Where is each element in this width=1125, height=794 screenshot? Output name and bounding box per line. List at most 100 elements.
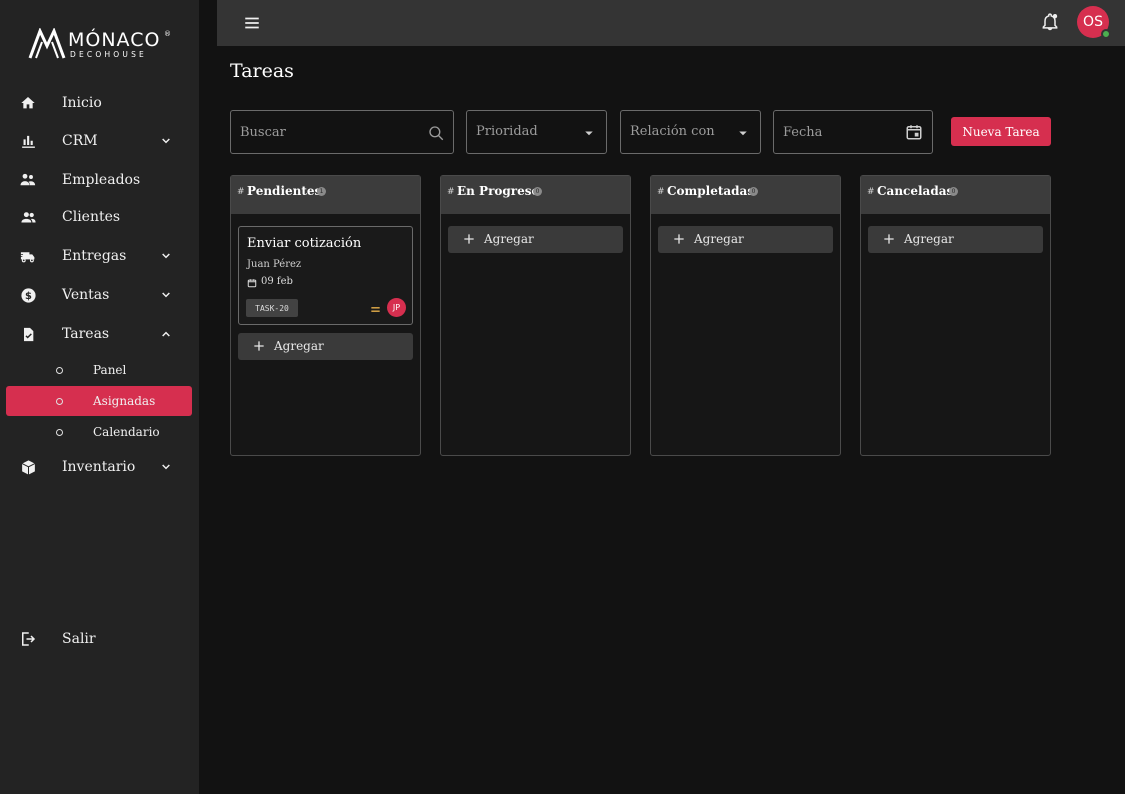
sidebar-subitem-calendario[interactable]: Calendario: [6, 417, 192, 447]
sidebar-item-entregas[interactable]: Entregas: [0, 239, 199, 273]
priority-select-label: Prioridad: [476, 124, 538, 139]
task-due-date: 09 feb: [261, 276, 293, 287]
sidebar-item-inventario[interactable]: Inventario: [0, 450, 199, 484]
brand-registered: ®: [164, 30, 171, 38]
relation-select-label: Relación con: [630, 124, 715, 139]
sidebar-subitem-label: Calendario: [93, 425, 160, 439]
bullet-icon: [56, 366, 63, 374]
page-title: Tareas: [230, 60, 294, 82]
bullet-icon: [56, 397, 63, 405]
sidebar-item-ventas[interactable]: $ Ventas: [0, 278, 199, 312]
column-header[interactable]: # Pendientes 1: [231, 176, 420, 214]
column-title: Pendientes: [247, 184, 322, 198]
drag-handle-icon: #: [867, 187, 875, 197]
assignee-avatar[interactable]: JP: [387, 298, 406, 317]
logout-icon: [19, 630, 37, 648]
brand-logo[interactable]: MÓNACO ® DECOHOUSE: [28, 28, 173, 62]
sidebar-item-tareas[interactable]: Tareas: [0, 317, 199, 351]
calendar-icon[interactable]: [905, 123, 923, 141]
dropdown-arrow-icon: [585, 131, 593, 136]
drag-handle-icon: #: [237, 187, 245, 197]
sidebar-subitem-asignadas[interactable]: Asignadas: [6, 386, 192, 416]
add-task-label: Agregar: [274, 339, 324, 353]
box-icon: [19, 458, 37, 476]
bar-chart-icon: [19, 132, 37, 150]
calendar-icon: [247, 279, 257, 288]
chevron-up-icon: [162, 331, 170, 337]
brand-subtitle: DECOHOUSE: [70, 50, 147, 59]
dropdown-arrow-icon: [739, 131, 747, 136]
add-task-button[interactable]: Agregar: [238, 333, 413, 360]
drag-handle-icon: #: [657, 187, 665, 197]
add-task-button[interactable]: Agregar: [448, 226, 623, 253]
column-header[interactable]: # En Progreso 0: [441, 176, 630, 214]
column-header[interactable]: # Canceladas 0: [861, 176, 1050, 214]
add-task-label: Agregar: [694, 232, 744, 246]
brand-name: MÓNACO: [68, 29, 161, 51]
sidebar-subitem-label: Asignadas: [93, 394, 156, 408]
employees-icon: [19, 171, 37, 189]
search-input[interactable]: [231, 111, 453, 153]
relation-select[interactable]: Relación con: [620, 110, 761, 154]
plus-icon: [254, 341, 264, 351]
menu-icon[interactable]: [243, 14, 261, 32]
sidebar-item-clientes[interactable]: Clientes: [0, 200, 199, 234]
plus-icon: [884, 234, 894, 244]
chevron-down-icon: [162, 253, 170, 259]
task-title: Enviar cotización: [247, 236, 362, 251]
sidebar-item-label: Inventario: [62, 459, 136, 475]
sidebar-item-label: Ventas: [62, 287, 110, 303]
search-icon[interactable]: [427, 124, 445, 142]
search-field[interactable]: [230, 110, 454, 154]
sidebar-item-label: Inicio: [62, 95, 102, 111]
dollar-icon: $: [19, 286, 37, 304]
delivery-truck-icon: [19, 247, 37, 265]
add-task-label: Agregar: [484, 232, 534, 246]
notification-bell-icon[interactable]: [1040, 12, 1060, 32]
kanban-column-pendientes: # Pendientes 1 Enviar cotización Juan Pé…: [230, 175, 421, 456]
chevron-down-icon: [162, 138, 170, 144]
sidebar-item-crm[interactable]: CRM: [0, 124, 199, 158]
logout-label: Salir: [62, 631, 96, 647]
kanban-column-en-progreso: # En Progreso 0 Agregar: [440, 175, 631, 456]
chevron-down-icon: [162, 292, 170, 298]
add-task-label: Agregar: [904, 232, 954, 246]
priority-medium-icon: [371, 307, 380, 312]
plus-icon: [464, 234, 474, 244]
sidebar-item-label: Empleados: [62, 172, 141, 188]
home-icon: [19, 94, 37, 112]
column-header[interactable]: # Completadas 0: [651, 176, 840, 214]
column-count-badge: 0: [949, 187, 958, 196]
clients-icon: [19, 208, 37, 226]
sidebar-item-label: Tareas: [62, 326, 110, 342]
task-card[interactable]: Enviar cotización Juan Pérez 09 feb TASK…: [238, 226, 413, 325]
add-task-button[interactable]: Agregar: [658, 226, 833, 253]
sidebar: MÓNACO ® DECOHOUSE Inicio CRM Empleados …: [0, 0, 199, 794]
column-title: Canceladas: [877, 184, 954, 198]
sidebar-item-label: CRM: [62, 133, 98, 149]
topbar: OS: [217, 0, 1125, 46]
sidebar-subitem-panel[interactable]: Panel: [6, 355, 192, 385]
sidebar-item-inicio[interactable]: Inicio: [0, 86, 199, 120]
task-icon: [19, 325, 37, 343]
sidebar-item-label: Entregas: [62, 248, 127, 264]
bullet-icon: [56, 428, 63, 436]
task-id-badge: TASK-20: [246, 299, 298, 317]
column-title: Completadas: [667, 184, 755, 198]
add-task-button[interactable]: Agregar: [868, 226, 1043, 253]
sidebar-subitem-label: Panel: [93, 363, 127, 377]
chevron-down-icon: [162, 464, 170, 470]
kanban-column-completadas: # Completadas 0 Agregar: [650, 175, 841, 456]
new-task-button[interactable]: Nueva Tarea: [951, 117, 1051, 146]
kanban-column-canceladas: # Canceladas 0 Agregar: [860, 175, 1051, 456]
priority-select[interactable]: Prioridad: [466, 110, 607, 154]
column-count-badge: 1: [317, 187, 326, 196]
drag-handle-icon: #: [447, 187, 455, 197]
column-count-badge: 0: [533, 187, 542, 196]
column-count-badge: 0: [749, 187, 758, 196]
plus-icon: [674, 234, 684, 244]
date-field[interactable]: [773, 110, 933, 154]
column-title: En Progreso: [457, 184, 540, 198]
sidebar-item-empleados[interactable]: Empleados: [0, 163, 199, 197]
logout-button[interactable]: Salir: [0, 622, 199, 656]
